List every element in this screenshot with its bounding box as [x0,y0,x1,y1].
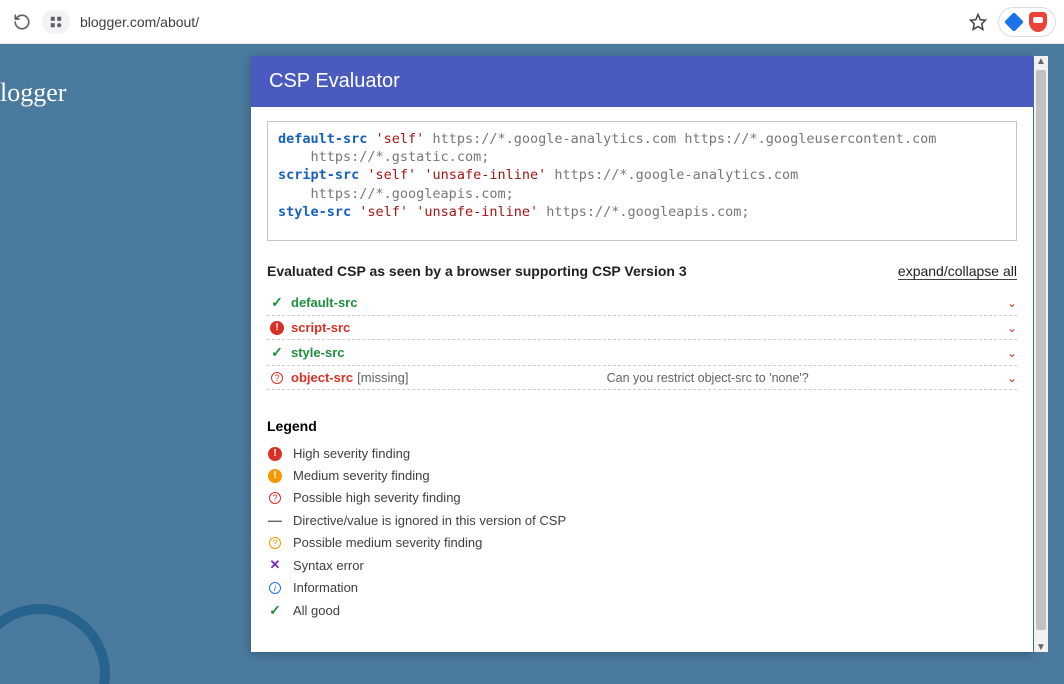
directive-name: object-src [291,370,353,385]
extensions-group [998,7,1056,37]
directive-name: default-src [291,295,357,310]
reload-icon[interactable] [8,8,36,36]
legend-item: ! Medium severity finding [267,468,1017,483]
directives-list: ✓ default-src ⌄! script-src ⌄ ✓ style-src ⌄? obj… [267,290,1017,390]
bookmark-star-icon[interactable] [964,8,992,36]
evaluation-title: Evaluated CSP as seen by a browser suppo… [267,263,687,279]
csp-evaluator-panel: CSP Evaluator default-src 'self' https:/… [251,56,1033,652]
extension-diamond-icon[interactable] [1007,15,1021,29]
panel-scrollbar[interactable]: ▲ ▼ [1034,56,1048,652]
blogger-logo: logger [0,78,66,108]
directive-note: Can you restrict object-src to 'none'? [408,371,1007,385]
error-icon: ! [268,447,282,461]
x-icon: ✕ [270,557,281,573]
check-icon: ✓ [271,344,283,361]
legend-label: All good [293,603,340,618]
legend-item: ! High severity finding [267,446,1017,461]
legend-label: Information [293,580,358,595]
bg-decoration [0,604,110,684]
legend-item: ✓ All good [267,602,1017,619]
directive-inline-note: [missing] [357,370,408,385]
chevron-down-icon[interactable]: ⌄ [1007,296,1017,310]
legend-item: ? Possible high severity finding [267,490,1017,505]
possible-error-icon: ? [271,372,283,384]
site-settings-icon[interactable] [42,10,70,34]
chevron-down-icon[interactable]: ⌄ [1007,321,1017,335]
directive-row-script-src[interactable]: ! script-src ⌄ [267,316,1017,340]
error-icon: ! [270,321,284,335]
legend-label: Syntax error [293,558,364,573]
extension-shield-icon[interactable] [1029,12,1047,32]
chevron-down-icon[interactable]: ⌄ [1007,371,1017,385]
evaluation-header: Evaluated CSP as seen by a browser suppo… [267,263,1017,280]
check-icon: ✓ [269,602,281,619]
legend-label: Possible medium severity finding [293,535,482,550]
legend-label: Directive/value is ignored in this versi… [293,513,566,528]
possible-error-icon: ? [269,492,281,504]
legend-label: Medium severity finding [293,468,430,483]
csp-input-box[interactable]: default-src 'self' https://*.google-anal… [267,121,1017,241]
check-icon: ✓ [271,294,283,311]
legend-label: High severity finding [293,446,410,461]
panel-body: default-src 'self' https://*.google-anal… [251,107,1033,652]
url-display[interactable]: blogger.com/about/ [76,14,958,30]
panel-title: CSP Evaluator [251,56,1033,107]
chevron-down-icon[interactable]: ⌄ [1007,346,1017,360]
legend-section: Legend ! High severity finding! Medium sev… [267,418,1017,619]
scrollbar-thumb[interactable] [1036,70,1046,630]
directive-name: script-src [291,320,350,335]
legend-title: Legend [267,418,1017,434]
legend-item: ✕ Syntax error [267,557,1017,573]
browser-toolbar: blogger.com/about/ [0,0,1064,44]
page-background: logger CSP Evaluator default-src 'self' … [0,44,1064,684]
warning-icon: ! [268,469,282,483]
directive-row-object-src[interactable]: ? object-src [missing]Can you restrict ob… [267,366,1017,390]
scroll-up-arrow[interactable]: ▲ [1034,54,1048,68]
possible-warning-icon: ? [269,537,281,549]
legend-item: ? Possible medium severity finding [267,535,1017,550]
legend-item: i Information [267,580,1017,595]
directive-name: style-src [291,345,344,360]
legend-label: Possible high severity finding [293,490,461,505]
directive-row-default-src[interactable]: ✓ default-src ⌄ [267,290,1017,316]
directive-row-style-src[interactable]: ✓ style-src ⌄ [267,340,1017,366]
expand-collapse-all-link[interactable]: expand/collapse all [898,263,1017,280]
info-icon: i [269,582,281,594]
dash-icon: — [268,512,282,528]
legend-item: — Directive/value is ignored in this vers… [267,512,1017,528]
scroll-down-arrow[interactable]: ▼ [1034,640,1048,654]
